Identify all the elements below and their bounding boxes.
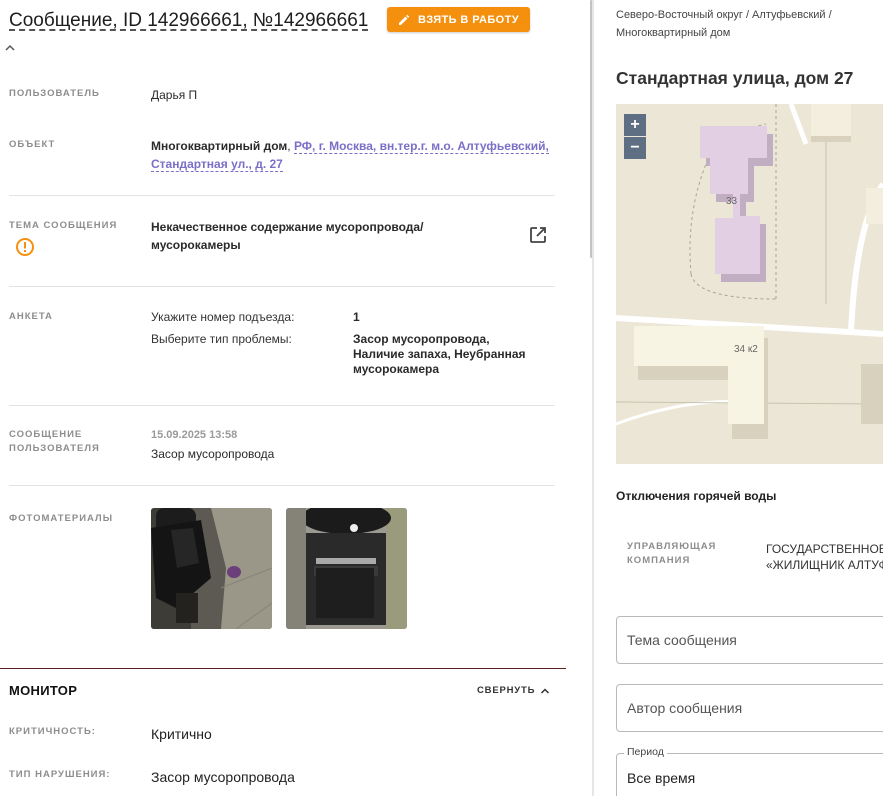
management-company-label-1: УПРАВЛЯЮЩАЯ: [627, 541, 717, 552]
take-to-work-label: ВЗЯТЬ В РАБОТУ: [418, 13, 519, 26]
period-label: Период: [624, 746, 667, 758]
management-company-label: УПРАВЛЯЮЩАЯ КОМПАНИЯ: [627, 540, 716, 568]
chevron-up-icon: [541, 687, 550, 694]
answer-entrance: 1: [353, 310, 360, 324]
breadcrumb-line-1[interactable]: Северо-Восточный округ / Алтуфьевский /: [616, 9, 832, 21]
building-number-34k2: 34 к2: [734, 344, 758, 355]
object-type: Многоквартирный дом: [151, 139, 288, 153]
page-title: Сообщение, ID 142966661, №142966661: [9, 10, 369, 31]
map-canvas[interactable]: [616, 104, 883, 464]
author-filter-placeholder: Автор сообщения: [627, 700, 743, 716]
map[interactable]: + − 33 34 к2: [616, 104, 883, 464]
management-company-label-2: КОМПАНИЯ: [627, 555, 691, 566]
breadcrumb: Северо-Восточный округ / Алтуфьевский / …: [616, 6, 876, 42]
topic-line-1: Некачественное содержание мусоропровода/: [151, 220, 424, 234]
breadcrumb-line-2[interactable]: Многоквартирный дом: [616, 27, 730, 39]
topic-filter-placeholder: Тема сообщения: [627, 632, 737, 648]
management-company-value-1: ГОСУДАРСТВЕННОЕ: [766, 542, 883, 556]
message-timestamp: 15.09.2025 13:58: [151, 429, 238, 441]
zoom-in-button[interactable]: +: [624, 114, 646, 136]
address-title: Стандартная улица, дом 27: [616, 68, 854, 88]
divider: [9, 405, 555, 406]
period-select[interactable]: Период Все время: [616, 746, 883, 796]
photo-thumbnail-2[interactable]: [286, 508, 407, 629]
zoom-out-button[interactable]: −: [624, 137, 646, 159]
divider: [9, 286, 555, 287]
divider: [9, 195, 555, 196]
monitor-title: МОНИТОР: [9, 683, 78, 698]
photo-thumbnail-1[interactable]: [151, 508, 272, 629]
question-entrance: Укажите номер подъезда:: [151, 310, 295, 324]
object-value: Многоквартирный дом, РФ, г. Москва, вн.т…: [151, 137, 551, 173]
period-value: Все время: [627, 770, 696, 786]
pencil-icon: [399, 14, 410, 25]
location-panel: Северо-Восточный округ / Алтуфьевский / …: [595, 0, 883, 796]
monitor-divider: [0, 668, 566, 669]
answer-problem-type: Засор мусоропровода, Наличие запаха, Неу…: [353, 332, 526, 376]
photos-label: ФОТОМАТЕРИАЛЫ: [9, 513, 114, 524]
user-message-label-2: ПОЛЬЗОВАТЕЛЯ: [9, 443, 100, 454]
user-message-label-1: СООБЩЕНИЕ: [9, 429, 83, 440]
message-panel: Сообщение, ID 142966661, №142966661 ВЗЯТ…: [0, 0, 566, 796]
hot-water-outages[interactable]: Отключения горячей воды: [616, 489, 776, 503]
object-label: ОБЪЕКТ: [9, 139, 56, 150]
chevron-up-icon[interactable]: [4, 42, 16, 54]
user-label: ПОЛЬЗОВАТЕЛЬ: [9, 88, 100, 99]
building-number-33: 33: [726, 196, 738, 207]
violation-type-label: ТИП НАРУШЕНИЯ:: [9, 769, 111, 780]
object-separator: ,: [287, 139, 294, 153]
user-message-label: СООБЩЕНИЕ ПОЛЬЗОВАТЕЛЯ: [9, 428, 100, 456]
divider: [9, 485, 555, 486]
question-problem-type: Выберите тип проблемы:: [151, 332, 292, 346]
violation-type-value: Засор мусоропровода: [151, 769, 295, 785]
management-company-value-2: «ЖИЛИЩНИК АЛТУФ: [766, 558, 883, 572]
warning-icon: [16, 238, 34, 256]
panel-divider: [592, 0, 594, 796]
garbage-chute-photo-1: [151, 508, 272, 629]
user-value: Дарья П: [151, 88, 198, 102]
criticality-value: Критично: [151, 726, 212, 742]
collapse-button[interactable]: СВЕРНУТЬ: [477, 685, 550, 696]
topic-label: ТЕМА СООБЩЕНИЯ: [9, 220, 118, 231]
topic-line-2: мусорокамеры: [151, 238, 241, 252]
criticality-label: КРИТИЧНОСТЬ:: [9, 726, 96, 737]
management-company-value: ГОСУДАРСТВЕННОЕ «ЖИЛИЩНИК АЛТУФ: [766, 541, 883, 573]
take-to-work-button[interactable]: ВЗЯТЬ В РАБОТУ: [387, 7, 530, 32]
garbage-chute-photo-2: [286, 508, 407, 629]
object-address-link-2[interactable]: Стандартная ул., д. 27: [151, 157, 283, 172]
collapse-label: СВЕРНУТЬ: [477, 685, 536, 696]
open-external-icon[interactable]: [528, 225, 548, 245]
object-address-link[interactable]: РФ, г. Москва, вн.тер.г. м.о. Алтуфьевск…: [293, 139, 549, 154]
topic-value: Некачественное содержание мусоропровода/…: [151, 218, 423, 254]
topic-filter-input[interactable]: Тема сообщения: [616, 616, 883, 664]
questionnaire-label: АНКЕТА: [9, 311, 53, 322]
message-text: Засор мусоропровода: [151, 447, 275, 461]
author-filter-input[interactable]: Автор сообщения: [616, 684, 883, 732]
